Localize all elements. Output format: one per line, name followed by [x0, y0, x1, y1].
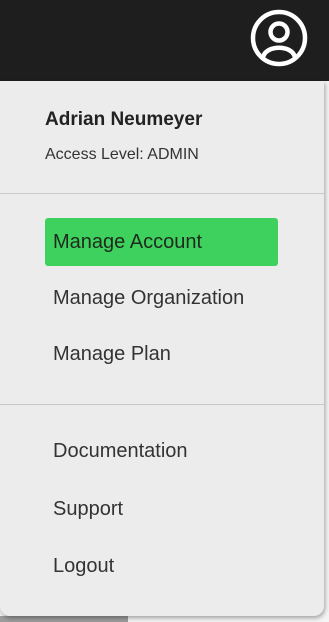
background-strip	[0, 616, 128, 622]
user-name: Adrian Neumeyer	[45, 109, 203, 130]
user-dropdown-menu: Adrian Neumeyer Access Level: ADMIN Mana…	[0, 81, 324, 616]
access-level: Access Level: ADMIN	[45, 146, 199, 163]
menu-item-logout[interactable]: Logout	[45, 542, 278, 590]
menu-item-manage-plan[interactable]: Manage Plan	[45, 330, 278, 378]
top-bar	[0, 0, 329, 81]
user-circle-icon	[250, 9, 308, 67]
menu-item-manage-organization[interactable]: Manage Organization	[45, 274, 278, 322]
menu-item-manage-account[interactable]: Manage Account	[45, 218, 278, 266]
menu-item-support[interactable]: Support	[45, 485, 278, 533]
menu-divider	[0, 193, 324, 194]
user-avatar-button[interactable]	[249, 8, 309, 68]
menu-divider	[0, 404, 324, 405]
menu-item-documentation[interactable]: Documentation	[45, 427, 278, 475]
user-info: Adrian Neumeyer Access Level: ADMIN	[0, 81, 324, 193]
